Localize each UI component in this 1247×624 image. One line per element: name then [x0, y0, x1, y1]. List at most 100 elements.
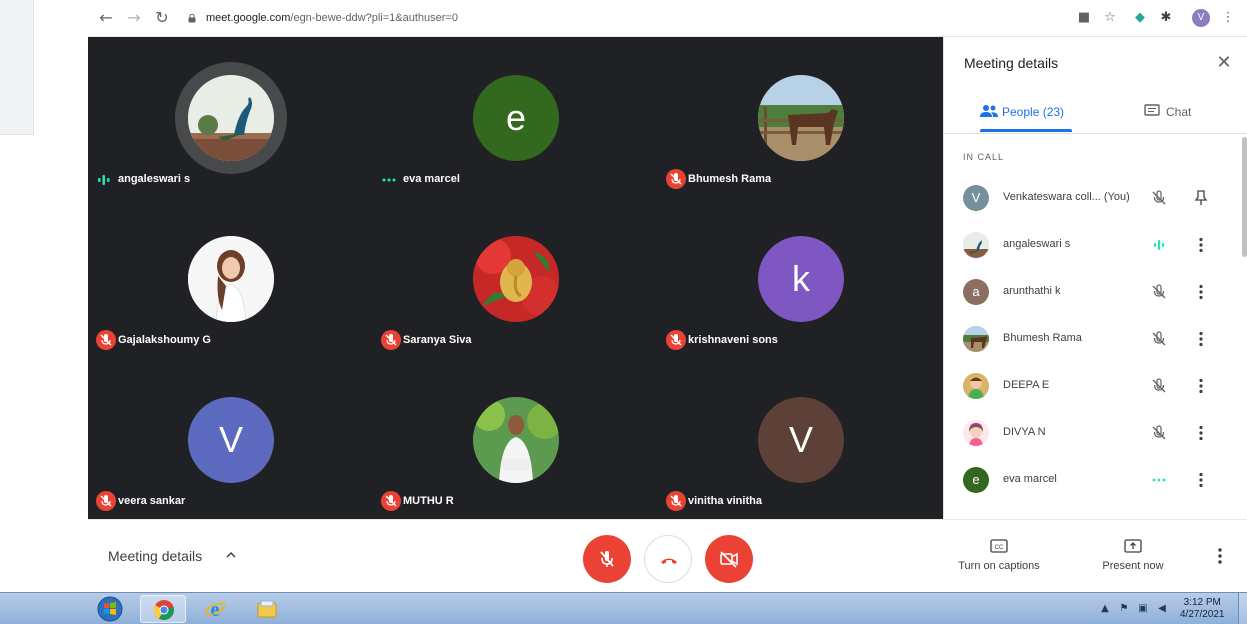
- participant-name: vinitha vinitha: [688, 495, 762, 507]
- chrome-taskbar-button[interactable]: [140, 595, 186, 623]
- person-name: Venkateswara coll... (You): [1003, 191, 1130, 203]
- more-vert-icon[interactable]: [1191, 376, 1211, 396]
- list-item[interactable]: V Venkateswara coll... (You): [944, 175, 1240, 221]
- taskbar-clock[interactable]: 3:12 PM 4/27/2021: [1180, 597, 1225, 621]
- participant-tile[interactable]: Bhumesh Rama: [658, 37, 943, 197]
- section-heading: IN CALL: [963, 152, 1005, 162]
- close-icon[interactable]: ✕: [1212, 51, 1236, 75]
- meeting-controls-bar: Meeting details CC Turn on captions Pres…: [88, 519, 1247, 592]
- windows-logo-icon: [97, 596, 123, 622]
- list-item[interactable]: a arunthathi k: [944, 269, 1240, 315]
- clock-time: 3:12 PM: [1183, 597, 1221, 608]
- leave-call-button[interactable]: [644, 535, 692, 583]
- more-options-icon[interactable]: [1212, 546, 1228, 566]
- muted-mic-icon: [381, 491, 401, 511]
- person-name: Bhumesh Rama: [1003, 332, 1082, 344]
- participant-tile[interactable]: e eva marcel: [373, 37, 658, 197]
- ie-taskbar-button[interactable]: e: [192, 595, 238, 623]
- letter-avatar: V: [188, 397, 274, 483]
- browser-menu-icon[interactable]: ⋮: [1220, 10, 1236, 26]
- participant-tile[interactable]: V veera sankar: [88, 359, 373, 519]
- explorer-taskbar-button[interactable]: [244, 595, 290, 623]
- lock-icon[interactable]: [188, 14, 196, 23]
- extension-icon[interactable]: ◆: [1132, 10, 1148, 26]
- list-item[interactable]: DIVYA N: [944, 410, 1240, 456]
- internet-explorer-icon: e: [205, 599, 225, 620]
- letter-avatar: k: [758, 236, 844, 322]
- chevron-up-icon[interactable]: [224, 548, 238, 562]
- more-vert-icon[interactable]: [1191, 329, 1211, 349]
- horse-avatar-icon: [963, 326, 989, 352]
- muted-mic-icon: [666, 169, 686, 189]
- start-button[interactable]: [90, 595, 130, 623]
- avatar: V: [963, 185, 989, 211]
- present-screen-icon: [1124, 539, 1142, 553]
- participant-tile[interactable]: Gajalakshoumy G: [88, 198, 373, 358]
- camera-toggle-button[interactable]: [705, 535, 753, 583]
- participant-name: Saranya Siva: [403, 334, 472, 346]
- camera-indicator-icon[interactable]: ■: [1076, 10, 1092, 26]
- peacock-avatar-icon: [963, 232, 989, 258]
- extensions-puzzle-icon[interactable]: ✱: [1158, 10, 1174, 26]
- screen: ← → ↻ meet.google.com/egn-bewe-ddw?pli=1…: [0, 0, 1247, 624]
- avatar: a: [963, 279, 989, 305]
- mic-off-icon: [600, 551, 614, 567]
- show-desktop-button[interactable]: [1238, 593, 1247, 624]
- volume-icon[interactable]: ◀: [1155, 602, 1169, 616]
- back-icon[interactable]: ←: [96, 8, 116, 28]
- participant-tile[interactable]: angaleswari s: [88, 37, 373, 197]
- more-vert-icon[interactable]: [1191, 423, 1211, 443]
- participant-name: MUTHU R: [403, 495, 454, 507]
- bookmark-star-icon[interactable]: ☆: [1102, 10, 1118, 26]
- audio-level-icon: [1154, 240, 1165, 250]
- list-item[interactable]: DEEPA E: [944, 363, 1240, 409]
- captions-button[interactable]: CC Turn on captions: [954, 538, 1044, 572]
- muted-mic-icon: [1152, 190, 1166, 205]
- muted-mic-icon: [96, 330, 116, 350]
- participant-tile[interactable]: MUTHU R: [373, 359, 658, 519]
- person-name: DEEPA E: [1003, 379, 1050, 391]
- present-now-button[interactable]: Present now: [1093, 538, 1173, 572]
- url-path: /egn-bewe-ddw?pli=1&authuser=0: [290, 12, 458, 24]
- action-center-flag-icon[interactable]: ⚑: [1117, 602, 1131, 616]
- man-avatar-icon: [473, 397, 559, 483]
- divider: [944, 133, 1247, 134]
- muted-mic-icon: [1152, 284, 1166, 299]
- reload-icon[interactable]: ↻: [152, 8, 172, 28]
- panel-title: Meeting details: [964, 55, 1059, 71]
- list-item[interactable]: angaleswari s: [944, 222, 1240, 268]
- participant-name: veera sankar: [118, 495, 186, 507]
- profile-avatar[interactable]: V: [1192, 9, 1210, 27]
- participant-tile[interactable]: Saranya Siva: [373, 198, 658, 358]
- list-item[interactable]: e eva marcel: [944, 457, 1240, 503]
- participant-tile[interactable]: V vinitha vinitha: [658, 359, 943, 519]
- windows-taskbar: e ▲ ⚑ ▣ ◀ 3:12 PM 4/27/2021: [0, 592, 1247, 624]
- participant-tile[interactable]: k krishnaveni sons: [658, 198, 943, 358]
- muted-mic-icon: [96, 491, 116, 511]
- network-icon[interactable]: ▣: [1136, 602, 1150, 616]
- muted-mic-icon: [666, 491, 686, 511]
- browser-toolbar: ← → ↻ meet.google.com/egn-bewe-ddw?pli=1…: [88, 0, 1247, 37]
- url-bar[interactable]: meet.google.com/egn-bewe-ddw?pli=1&authu…: [206, 0, 458, 37]
- more-vert-icon[interactable]: [1191, 470, 1211, 490]
- chrome-icon: [153, 600, 174, 620]
- tray-expand-icon[interactable]: ▲: [1098, 602, 1112, 616]
- child-avatar-icon: [963, 373, 989, 399]
- tab-chat[interactable]: Chat: [1144, 95, 1224, 135]
- svg-text:CC: CC: [995, 545, 1004, 551]
- mic-toggle-button[interactable]: [583, 535, 631, 583]
- more-vert-icon[interactable]: [1191, 235, 1211, 255]
- more-vert-icon[interactable]: [1191, 282, 1211, 302]
- list-item[interactable]: Bhumesh Rama: [944, 316, 1240, 362]
- forward-icon[interactable]: →: [124, 8, 144, 28]
- background-window: [0, 0, 34, 135]
- pin-icon[interactable]: [1191, 188, 1211, 208]
- url-host: meet.google.com: [206, 12, 291, 24]
- hang-up-icon: [661, 558, 677, 564]
- participant-name: eva marcel: [403, 173, 460, 185]
- meeting-details-button[interactable]: Meeting details: [108, 548, 202, 564]
- letter-avatar: V: [758, 397, 844, 483]
- scrollbar[interactable]: [1242, 137, 1247, 257]
- avatar: e: [963, 467, 989, 493]
- cartoon-avatar-icon: [963, 420, 989, 446]
